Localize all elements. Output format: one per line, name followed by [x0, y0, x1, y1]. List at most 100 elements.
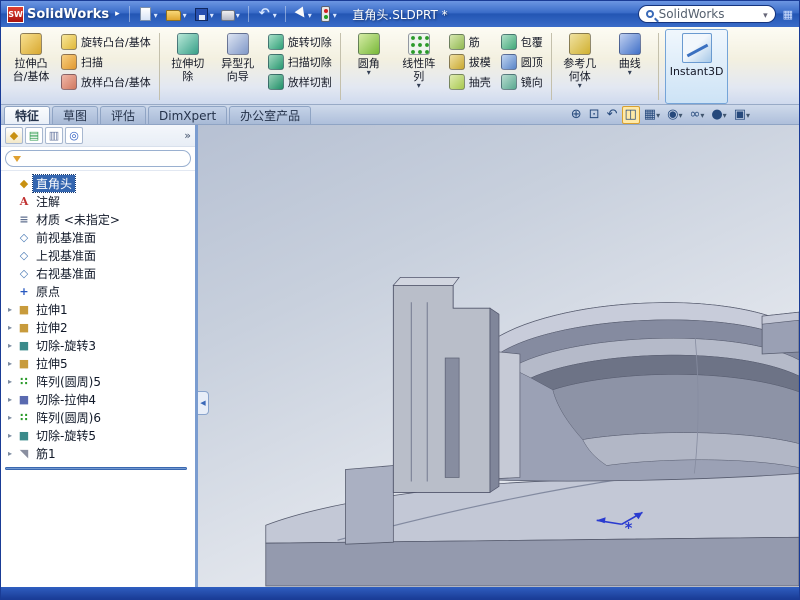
- section-view-button[interactable]: ◫: [621, 106, 640, 124]
- select-button[interactable]: [292, 4, 314, 24]
- rebuild-button[interactable]: [317, 4, 339, 24]
- save-button[interactable]: [192, 4, 216, 24]
- zoom-area-button[interactable]: ⊡: [586, 106, 603, 124]
- reference-geometry-dropdown-icon[interactable]: [578, 83, 582, 89]
- tree-item[interactable]: ▸ ■ 拉伸1: [1, 300, 195, 318]
- command-tab[interactable]: 办公室产品: [229, 106, 312, 124]
- open-button[interactable]: [163, 4, 189, 24]
- dome-button[interactable]: 圆顶: [498, 54, 546, 70]
- expand-arrow-icon[interactable]: ▸: [5, 395, 15, 404]
- menu-expand-arrow[interactable]: [112, 9, 123, 19]
- loft-cut-button[interactable]: 放样切割: [265, 74, 335, 90]
- instant3d-button[interactable]: Instant3D: [664, 29, 729, 104]
- new-dropdown-icon[interactable]: [153, 7, 158, 21]
- graphics-viewport[interactable]: *: [198, 125, 799, 587]
- tree-item-icon: ◆: [19, 176, 29, 190]
- wrap-button[interactable]: 包覆: [498, 34, 546, 50]
- extrude-cut-button[interactable]: 拉伸切 除: [163, 29, 213, 104]
- fillet-dropdown-icon[interactable]: [367, 70, 371, 76]
- featuremanager-tab[interactable]: ◆: [5, 127, 23, 144]
- undo-dropdown-icon[interactable]: [272, 7, 277, 21]
- tree-item[interactable]: ◇ 右视基准面: [1, 264, 195, 282]
- open-dropdown-icon[interactable]: [182, 7, 187, 21]
- save-icon: [194, 7, 208, 21]
- tree-item[interactable]: ▸ ◥ 筋1: [1, 444, 195, 462]
- hole-wizard-label: 异型孔 向导: [221, 57, 255, 84]
- mirror-button[interactable]: 镜向: [498, 74, 546, 90]
- previous-view-button[interactable]: ↶: [604, 106, 621, 124]
- toolbar-options-icon[interactable]: [783, 8, 793, 21]
- extrude-boss-button[interactable]: 拉伸凸 台/基体: [6, 29, 56, 104]
- tree-item[interactable]: ▸ ■ 拉伸2: [1, 318, 195, 336]
- revolve-boss-button[interactable]: 旋转凸台/基体: [58, 34, 154, 50]
- rebuild-dropdown-icon[interactable]: [332, 7, 337, 21]
- propertymanager-tab[interactable]: ▤: [25, 127, 43, 144]
- fillet-button[interactable]: 圆角: [344, 29, 394, 104]
- print-button[interactable]: [219, 4, 242, 24]
- linear-pattern-button[interactable]: 线性阵 列: [394, 29, 444, 104]
- command-tab[interactable]: 评估: [100, 106, 147, 124]
- dimxpertmanager-tab[interactable]: ◎: [65, 127, 83, 144]
- loft-boss-button[interactable]: 放样凸台/基体: [58, 74, 154, 90]
- tree-item[interactable]: ▸ ∷ 阵列(圆周)5: [1, 372, 195, 390]
- tree-item[interactable]: ▸ ∷ 阵列(圆周)6: [1, 408, 195, 426]
- linear-pattern-dropdown-icon[interactable]: [417, 83, 421, 89]
- revolve-cut-button[interactable]: 旋转切除: [265, 34, 335, 50]
- undo-button[interactable]: [255, 4, 279, 24]
- rib-button[interactable]: 筋: [446, 34, 494, 50]
- new-button[interactable]: [136, 4, 160, 24]
- panel-collapse-arrow[interactable]: [198, 391, 209, 415]
- curves-button[interactable]: 曲线: [605, 29, 655, 104]
- draft-button[interactable]: 拔模: [446, 54, 494, 70]
- expand-arrow-icon[interactable]: ▸: [5, 431, 15, 440]
- print-dropdown-icon[interactable]: [235, 7, 240, 21]
- command-tab[interactable]: 草图: [52, 106, 99, 124]
- edit-appearance-button[interactable]: ● ▾: [708, 106, 729, 124]
- manager-tabs-overflow-icon[interactable]: »: [184, 129, 191, 142]
- new-document-icon: [139, 7, 151, 21]
- zoom-fit-button[interactable]: ⊕: [568, 106, 585, 124]
- rib-label: 筋: [468, 36, 480, 49]
- reference-geometry-button[interactable]: 参考几 何体: [555, 29, 605, 104]
- curves-dropdown-icon[interactable]: [628, 70, 632, 76]
- expand-arrow-icon[interactable]: ▸: [5, 323, 15, 332]
- save-dropdown-icon[interactable]: [209, 7, 214, 21]
- model-3d[interactable]: *: [198, 125, 799, 587]
- expand-arrow-icon[interactable]: ▸: [5, 449, 15, 458]
- tree-item-label: 筋1: [36, 446, 56, 461]
- filter-input[interactable]: [5, 150, 191, 167]
- display-style-button[interactable]: ◉ ▾: [664, 106, 685, 124]
- tree-item[interactable]: ▸ ■ 切除-拉伸4: [1, 390, 195, 408]
- toolbar-separator: [128, 6, 130, 22]
- tree-item[interactable]: A 注解: [1, 192, 195, 210]
- apply-scene-button[interactable]: ▣ ▾: [731, 106, 753, 124]
- tree-item[interactable]: ▸ ■ 拉伸5: [1, 354, 195, 372]
- tree-item[interactable]: ▸ ■ 切除-旋转5: [1, 426, 195, 444]
- search-box[interactable]: SolidWorks: [637, 5, 776, 23]
- configurationmanager-tab[interactable]: ▥: [45, 127, 63, 144]
- view-orientation-button[interactable]: ▦ ▾: [641, 106, 663, 124]
- tree-item[interactable]: ≡ 材质 <未指定>: [1, 210, 195, 228]
- tree-item[interactable]: ◇ 前视基准面: [1, 228, 195, 246]
- hole-wizard-button[interactable]: 异型孔 向导: [213, 29, 263, 104]
- command-tab[interactable]: 特征: [4, 106, 51, 124]
- sweep-cut-button[interactable]: 扫描切除: [265, 54, 335, 70]
- expand-arrow-icon[interactable]: ▸: [5, 377, 15, 386]
- tree-item-label: 拉伸1: [36, 302, 68, 317]
- shell-button[interactable]: 抽壳: [446, 74, 494, 90]
- search-dropdown-icon[interactable]: [763, 7, 768, 21]
- expand-arrow-icon[interactable]: ▸: [5, 305, 15, 314]
- tree-item[interactable]: ◆ 直角头: [1, 173, 195, 193]
- hide-show-items-button[interactable]: ∞ ▾: [686, 106, 707, 124]
- rollback-bar[interactable]: [5, 467, 187, 470]
- tree-item[interactable]: ▸ ■ 切除-旋转3: [1, 336, 195, 354]
- sweep-button[interactable]: 扫描: [58, 54, 154, 70]
- wrap-label: 包覆: [520, 36, 543, 49]
- expand-arrow-icon[interactable]: ▸: [5, 413, 15, 422]
- tree-item[interactable]: ◇ 上视基准面: [1, 246, 195, 264]
- tree-item[interactable]: + 原点: [1, 282, 195, 300]
- expand-arrow-icon[interactable]: ▸: [5, 341, 15, 350]
- manager-tabs: ◆ ▤ ▥ ◎: [5, 127, 83, 144]
- command-tab[interactable]: DimXpert: [148, 106, 228, 124]
- expand-arrow-icon[interactable]: ▸: [5, 359, 15, 368]
